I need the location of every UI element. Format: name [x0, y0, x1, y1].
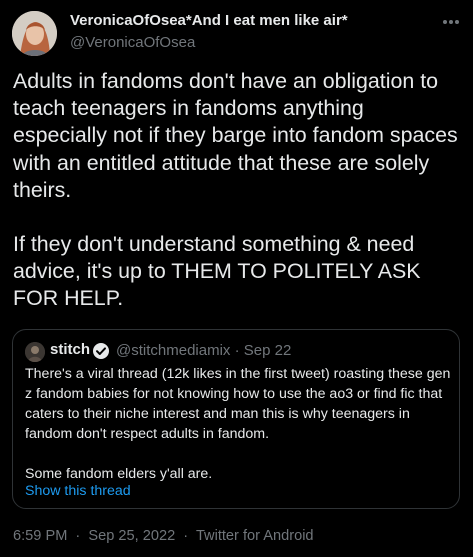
footer-separator: · [75, 528, 81, 544]
tweet-detail: VeronicaOfOsea*And I eat men like air* @… [0, 0, 473, 557]
author-avatar-image [12, 11, 57, 56]
quoted-display-name: stitch [50, 341, 91, 358]
tweet-source[interactable]: Twitter for Android [196, 528, 314, 544]
author-avatar[interactable] [12, 11, 57, 56]
author-handle[interactable]: @VeronicaOfOsea [70, 34, 195, 51]
quoted-date: Sep 22 [243, 342, 292, 359]
tweet-text: Adults in fandoms don't have an obligati… [13, 68, 458, 313]
verified-badge-icon [92, 342, 110, 360]
tweet-time[interactable]: 6:59 PM [13, 528, 67, 544]
quoted-avatar-image [25, 342, 45, 362]
tweet-footer: 6:59 PM · Sep 25, 2022 · Twitter for And… [13, 528, 314, 544]
quoted-paragraph: There's a viral thread (12k likes in the… [25, 366, 451, 442]
tweet-paragraph: Adults in fandoms don't have an obligati… [13, 69, 458, 202]
author-display-name[interactable]: VeronicaOfOsea*And I eat men like air* [70, 12, 348, 29]
quoted-tweet-card[interactable]: stitch @stitchmediamix · Sep 22 There's … [12, 329, 460, 509]
footer-separator: · [183, 528, 189, 544]
quoted-paragraph: Some fandom elders y'all are. [25, 466, 213, 482]
more-options-button[interactable] [440, 12, 462, 32]
quoted-handle: @stitchmediamix [116, 342, 231, 359]
more-horizontal-icon [443, 20, 459, 24]
show-thread-link[interactable]: Show this thread [25, 483, 131, 499]
tweet-date[interactable]: Sep 25, 2022 [88, 528, 175, 544]
quoted-text: There's a viral thread (12k likes in the… [25, 364, 453, 484]
tweet-paragraph: If they don't understand something & nee… [13, 232, 421, 311]
meta-separator: · [234, 342, 240, 359]
quoted-author-avatar [25, 342, 45, 362]
verified-icon-shape [93, 343, 109, 359]
quoted-meta: @stitchmediamix · Sep 22 [116, 342, 291, 359]
